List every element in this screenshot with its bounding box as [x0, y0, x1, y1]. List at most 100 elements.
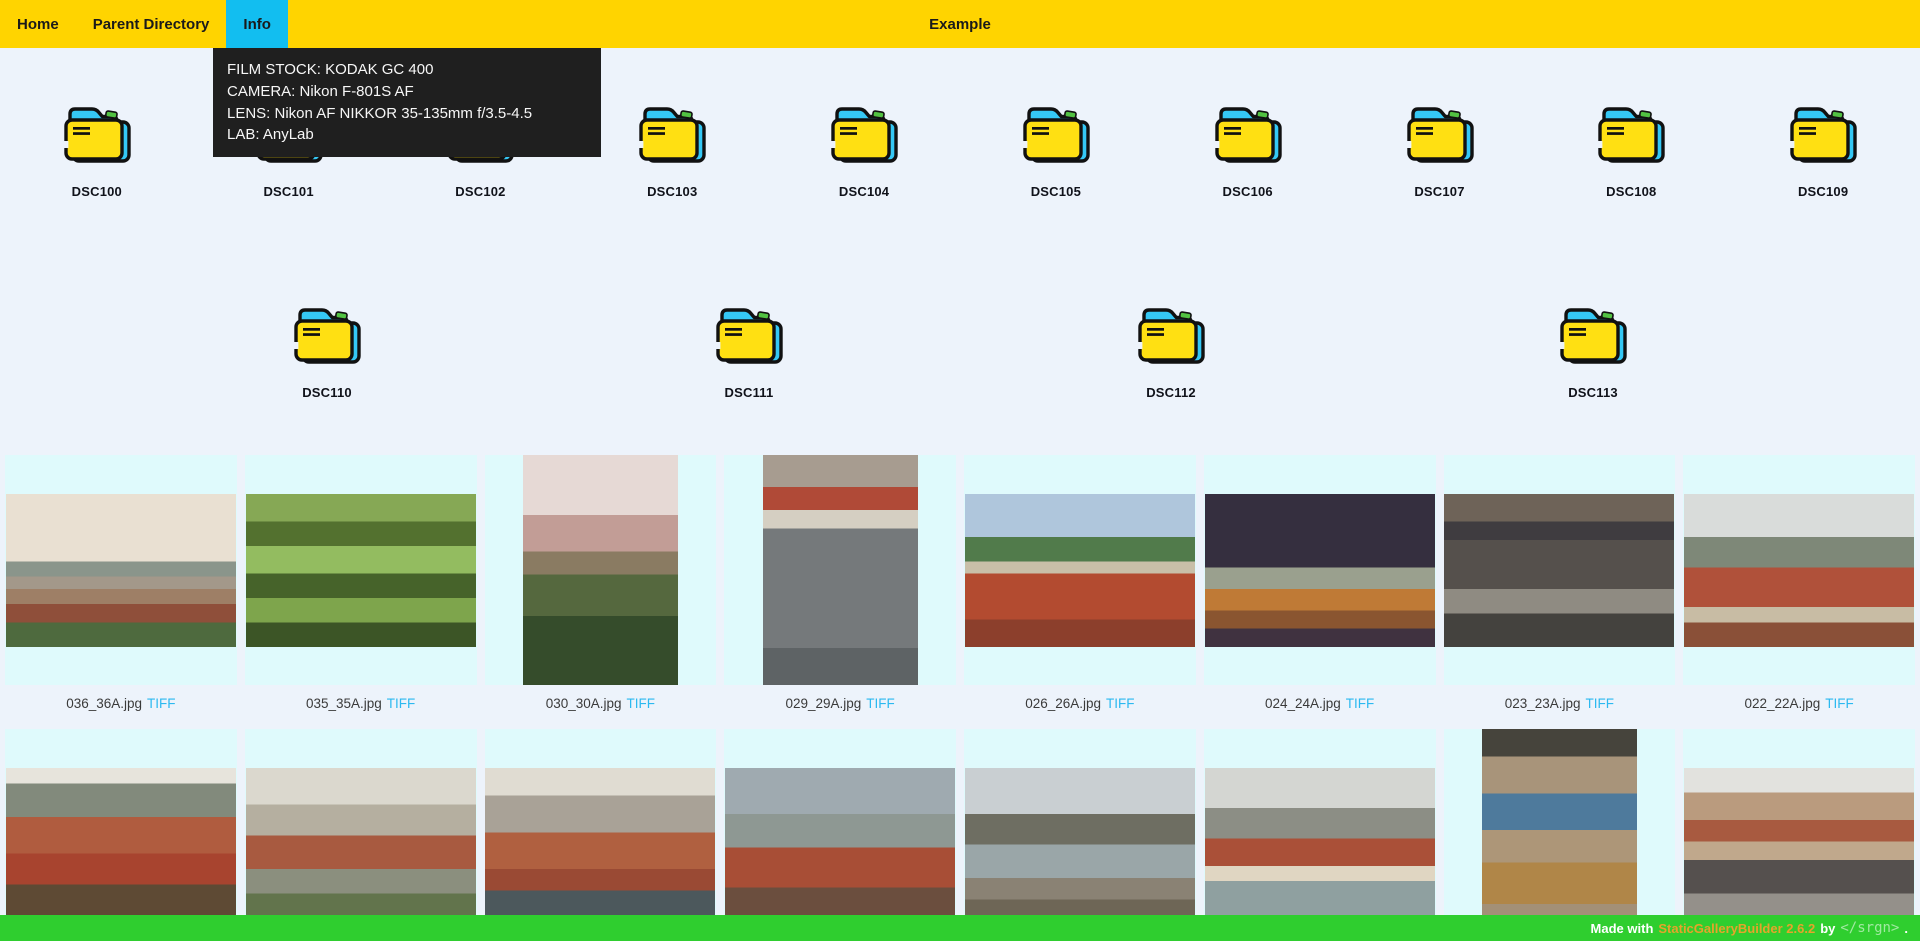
tiff-link[interactable]: TIFF	[1825, 696, 1854, 711]
footer-bar: Made with StaticGalleryBuilder 2.6.2 by …	[0, 915, 1920, 941]
folder-label: DSC108	[1606, 184, 1656, 199]
photo-image[interactable]	[1205, 768, 1435, 921]
folder-label: DSC112	[1146, 385, 1196, 400]
folder-item-dsc104[interactable]: DSC104	[769, 48, 959, 249]
photo-tile: 023_23A.jpg TIFF	[1444, 455, 1676, 721]
photo-image[interactable]	[485, 768, 715, 921]
photo-tile: 036_36A.jpg TIFF	[5, 455, 237, 721]
photo-image[interactable]	[965, 768, 1195, 921]
photo-image[interactable]	[6, 768, 236, 921]
photo-thumbnail[interactable]	[1444, 455, 1676, 685]
photo-thumbnail[interactable]	[1683, 729, 1915, 941]
footer-by-text: by	[1820, 921, 1835, 936]
photo-tile	[724, 729, 956, 941]
folder-item-dsc110[interactable]: DSC110	[232, 249, 422, 450]
photo-caption: 036_36A.jpg TIFF	[5, 685, 237, 721]
photo-tile	[5, 729, 237, 941]
folder-label: DSC110	[302, 385, 352, 400]
folder-item-dsc106[interactable]: DSC106	[1153, 48, 1343, 249]
photo-thumbnail[interactable]	[485, 729, 717, 941]
photo-filename: 030_30A.jpg	[546, 696, 622, 711]
photo-caption: 023_23A.jpg TIFF	[1444, 685, 1676, 721]
photo-image[interactable]	[246, 494, 476, 647]
tiff-link[interactable]: TIFF	[1106, 696, 1135, 711]
photo-filename: 036_36A.jpg	[66, 696, 142, 711]
photo-thumbnail[interactable]	[1444, 729, 1676, 941]
photo-thumbnail[interactable]	[724, 455, 956, 685]
folder-item-dsc103[interactable]: DSC103	[577, 48, 767, 249]
photo-tile: 022_22A.jpg TIFF	[1683, 455, 1915, 721]
photo-image[interactable]	[246, 768, 476, 921]
photo-thumbnail[interactable]	[1204, 455, 1436, 685]
folder-item-dsc113[interactable]: DSC113	[1498, 249, 1688, 450]
photo-tile	[1204, 729, 1436, 941]
footer-signature-link[interactable]: </srgn>	[1840, 920, 1899, 936]
folder-icon	[1133, 301, 1209, 365]
footer-builder-link[interactable]: StaticGalleryBuilder 2.6.2	[1658, 921, 1815, 936]
gallery-page: { "nav": { "items": [ { "label": "Home" …	[0, 0, 1920, 941]
photo-thumbnail[interactable]	[1204, 729, 1436, 941]
folder-icon	[1593, 100, 1669, 164]
folder-item-dsc112[interactable]: DSC112	[1076, 249, 1266, 450]
tiff-link[interactable]: TIFF	[147, 696, 176, 711]
folder-label: DSC113	[1568, 385, 1618, 400]
photo-tile	[964, 729, 1196, 941]
tiff-link[interactable]: TIFF	[1346, 696, 1375, 711]
photo-tile	[485, 729, 717, 941]
photo-filename: 024_24A.jpg	[1265, 696, 1341, 711]
folder-item-dsc100[interactable]: DSC100	[2, 48, 192, 249]
nav-item-home[interactable]: Home	[0, 0, 76, 48]
photo-thumbnail[interactable]	[245, 455, 477, 685]
folder-label: DSC104	[839, 184, 889, 199]
photo-tile	[1683, 729, 1915, 941]
tiff-link[interactable]: TIFF	[866, 696, 895, 711]
photo-image[interactable]	[6, 494, 236, 647]
photo-thumbnail[interactable]	[485, 455, 717, 685]
photo-image[interactable]	[1482, 729, 1637, 941]
footer-suffix-text: .	[1904, 921, 1908, 936]
folder-icon	[1555, 301, 1631, 365]
photo-image[interactable]	[523, 455, 678, 685]
photo-image[interactable]	[725, 768, 955, 921]
photo-image[interactable]	[763, 455, 918, 685]
tiff-link[interactable]: TIFF	[387, 696, 416, 711]
folder-icon	[1210, 100, 1286, 164]
photo-thumbnail[interactable]	[5, 729, 237, 941]
photo-caption: 029_29A.jpg TIFF	[724, 685, 956, 721]
folder-item-dsc108[interactable]: DSC108	[1536, 48, 1726, 249]
photo-image[interactable]	[1205, 494, 1435, 647]
photo-thumbnail[interactable]	[724, 729, 956, 941]
photo-thumbnail[interactable]	[964, 455, 1196, 685]
photo-caption: 024_24A.jpg TIFF	[1204, 685, 1436, 721]
nav-item-info[interactable]: Info	[226, 0, 288, 48]
folder-item-dsc111[interactable]: DSC111	[654, 249, 844, 450]
tiff-link[interactable]: TIFF	[1586, 696, 1615, 711]
tiff-link[interactable]: TIFF	[627, 696, 656, 711]
photo-tile: 024_24A.jpg TIFF	[1204, 455, 1436, 721]
photo-caption: 022_22A.jpg TIFF	[1683, 685, 1915, 721]
folder-icon	[1402, 100, 1478, 164]
photo-filename: 026_26A.jpg	[1025, 696, 1101, 711]
folder-label: DSC102	[455, 184, 505, 199]
photo-tile: 029_29A.jpg TIFF	[724, 455, 956, 721]
photo-thumbnail[interactable]	[1683, 455, 1915, 685]
photo-thumbnail[interactable]	[964, 729, 1196, 941]
page-title: Example	[0, 0, 1920, 48]
photo-image[interactable]	[1684, 494, 1914, 647]
photo-image[interactable]	[1444, 494, 1674, 647]
photo-thumbnail[interactable]	[5, 455, 237, 685]
folder-icon	[1785, 100, 1861, 164]
photo-image[interactable]	[965, 494, 1195, 647]
folder-item-dsc105[interactable]: DSC105	[961, 48, 1151, 249]
nav-item-parent-directory[interactable]: Parent Directory	[76, 0, 227, 48]
folder-label: DSC106	[1223, 184, 1273, 199]
photo-gallery-grid: 036_36A.jpg TIFF 035_35A.jpg TIFF 030_30…	[0, 450, 1920, 941]
folder-icon	[634, 100, 710, 164]
photo-image[interactable]	[1684, 768, 1914, 921]
photo-filename: 022_22A.jpg	[1744, 696, 1820, 711]
photo-thumbnail[interactable]	[245, 729, 477, 941]
folder-item-dsc109[interactable]: DSC109	[1728, 48, 1918, 249]
folder-item-dsc107[interactable]: DSC107	[1345, 48, 1535, 249]
tooltip-line-film-stock: FILM STOCK: KODAK GC 400	[227, 59, 587, 81]
photo-tile: 030_30A.jpg TIFF	[485, 455, 717, 721]
